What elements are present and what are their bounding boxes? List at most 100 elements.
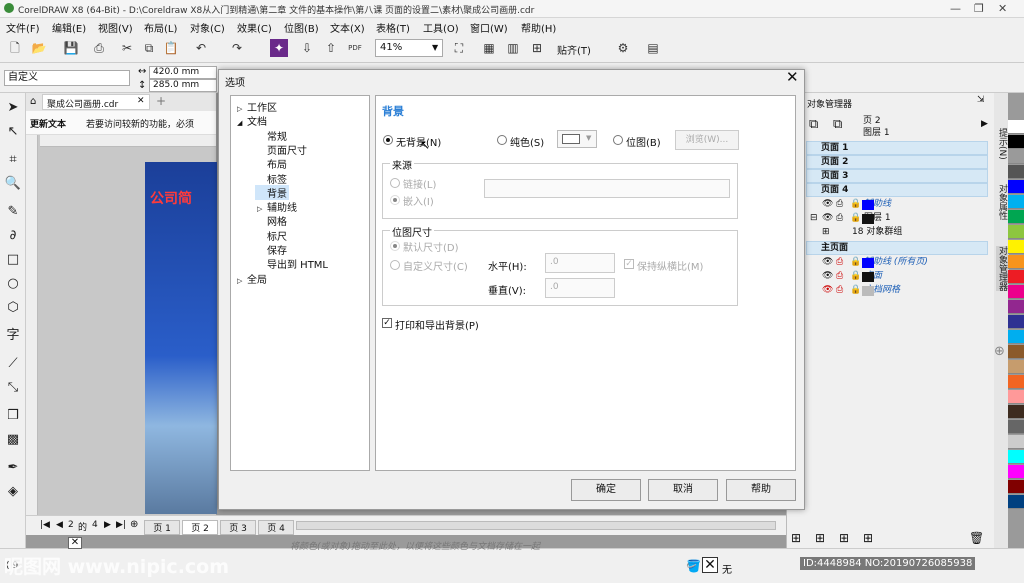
pick-tool-icon[interactable]: ➤ — [4, 99, 22, 117]
palette-swatch[interactable] — [1008, 390, 1024, 404]
tree-page-1[interactable]: 页面 1 — [806, 141, 988, 155]
tree-item-3[interactable]: 页面尺寸 — [255, 142, 309, 157]
bitmap-radio[interactable] — [613, 135, 623, 145]
new-master-layer-icon[interactable]: ⊞ — [815, 531, 825, 545]
layer-view-icon[interactable]: ⧉ — [809, 117, 818, 132]
artistic-media-icon[interactable]: ∂ — [4, 227, 22, 245]
rectangle-tool-icon[interactable]: □ — [4, 251, 22, 269]
shape-tool-icon[interactable]: ↖ — [4, 123, 22, 141]
palette-swatch[interactable] — [1008, 240, 1024, 254]
new-master-even-icon[interactable]: ⊞ — [863, 531, 873, 545]
palette-swatch[interactable] — [1008, 165, 1024, 179]
interactive-fill-icon[interactable]: ◈ — [4, 483, 22, 501]
new-master-odd-icon[interactable]: ⊞ — [839, 531, 849, 545]
previous-page-icon[interactable]: ◀ — [56, 520, 63, 530]
palette-swatch[interactable] — [1008, 315, 1024, 329]
page-preset-select[interactable]: 自定义 — [4, 70, 130, 86]
menu-edit[interactable]: 编辑(E) — [52, 20, 86, 35]
cancel-button[interactable]: 取消 — [648, 479, 718, 501]
delete-trash-icon[interactable]: 🗑 — [969, 531, 984, 545]
palette-swatch[interactable] — [1008, 255, 1024, 269]
tree-item-10[interactable]: 保存 — [255, 242, 289, 257]
dialog-close-icon[interactable]: ✕ — [786, 68, 799, 86]
menu-window[interactable]: 窗口(W) — [470, 20, 508, 35]
close-window-icon[interactable]: ✕ — [998, 2, 1007, 15]
tree-item-5[interactable]: 标签 — [255, 171, 289, 186]
application-launcher-icon[interactable]: ▤ — [644, 39, 662, 57]
transparency-icon[interactable]: ▩ — [4, 431, 22, 449]
menu-view[interactable]: 视图(V) — [98, 20, 133, 35]
printer-icon[interactable]: ⎙ — [836, 285, 843, 295]
new-layer-icon[interactable]: ⊞ — [791, 531, 801, 545]
page-tab-2[interactable]: 页 2 — [182, 520, 218, 535]
expand-arrow-icon[interactable]: ▷ — [237, 105, 247, 113]
tree-item-12[interactable]: ▷ 全局 — [235, 271, 269, 286]
no-color-swatch[interactable]: ✕ — [68, 537, 82, 549]
last-page-icon[interactable]: ▶| — [116, 520, 126, 530]
zoom-tool-icon[interactable]: 🔍 — [4, 175, 22, 193]
print-export-checkbox[interactable]: ✓ — [382, 318, 392, 328]
panel-menu-arrow-icon[interactable]: ▶ — [981, 119, 988, 129]
undo-icon[interactable]: ↶ — [192, 39, 210, 57]
export-icon[interactable]: ⇧ — [322, 39, 340, 57]
browse-button[interactable]: 浏览(W)... — [675, 130, 739, 150]
page-tab-3[interactable]: 页 3 — [220, 520, 256, 535]
palette-swatch[interactable] — [1008, 135, 1024, 149]
visibility-eye-icon[interactable]: 👁 — [822, 271, 833, 281]
palette-swatch[interactable] — [1008, 150, 1024, 164]
add-docker-icon[interactable]: ⊕ — [994, 344, 1005, 359]
palette-swatch[interactable] — [1008, 195, 1024, 209]
color-picker-button[interactable]: ▼ — [557, 130, 597, 148]
fill-none-icon[interactable]: ✕ — [702, 557, 718, 573]
home-icon[interactable]: ⌂ — [30, 96, 36, 107]
palette-swatch[interactable] — [1008, 450, 1024, 464]
freehand-tool-icon[interactable]: ✎ — [4, 203, 22, 221]
minimize-icon[interactable]: — — [950, 2, 961, 15]
text-tool-icon[interactable]: 字 — [4, 327, 22, 345]
menu-object[interactable]: 对象(C) — [190, 20, 225, 35]
menu-tools[interactable]: 工具(O) — [423, 20, 459, 35]
lock-icon[interactable]: 🔒 — [850, 285, 861, 295]
palette-swatch[interactable] — [1008, 480, 1024, 494]
add-page-icon[interactable]: ⊕ — [130, 519, 138, 530]
palette-swatch[interactable] — [1008, 270, 1024, 284]
new-tab-plus-icon[interactable]: + — [156, 94, 166, 108]
solid-color-radio[interactable] — [497, 135, 507, 145]
page-height-field[interactable]: 285.0 mm — [149, 79, 217, 92]
ok-button[interactable]: 确定 — [571, 479, 641, 501]
menu-text[interactable]: 文本(X) — [330, 20, 365, 35]
palette-swatch[interactable] — [1008, 300, 1024, 314]
crop-tool-icon[interactable]: ⌗ — [4, 151, 22, 169]
palette-swatch[interactable] — [1008, 120, 1024, 134]
paste-icon[interactable]: 📋 — [162, 39, 180, 57]
expand-arrow-icon[interactable]: ▷ — [237, 277, 247, 285]
help-button[interactable]: 帮助 — [726, 479, 796, 501]
tree-master-page[interactable]: 主页面 — [806, 241, 988, 255]
lock-icon[interactable]: 🔒 — [850, 213, 861, 223]
tree-item-11[interactable]: 导出到 HTML — [255, 256, 330, 271]
link-radio[interactable] — [390, 178, 400, 188]
lock-icon[interactable]: 🔒 — [850, 257, 861, 267]
show-guidelines-icon[interactable]: ⊞ — [528, 39, 546, 57]
tree-item-0[interactable]: ▷ 工作区 — [235, 99, 279, 114]
expand-arrow-icon[interactable]: ◢ — [237, 119, 247, 127]
embed-radio[interactable] — [390, 195, 400, 205]
print-icon[interactable]: ⎙ — [90, 39, 108, 57]
menu-bitmaps[interactable]: 位图(B) — [284, 20, 319, 35]
palette-swatch[interactable] — [1008, 225, 1024, 239]
full-screen-icon[interactable]: ⛶ — [450, 39, 468, 57]
menu-effects[interactable]: 效果(C) — [237, 20, 272, 35]
parallel-dimension-icon[interactable]: ⟋ — [4, 355, 22, 373]
chevron-down-icon[interactable]: ▼ — [432, 43, 438, 52]
show-grid-icon[interactable]: ▥ — [504, 39, 522, 57]
tree-page-4[interactable]: 页面 4 — [806, 183, 988, 197]
printer-icon[interactable]: ⎙ — [836, 257, 843, 267]
restore-icon[interactable]: ❐ — [974, 2, 984, 15]
tree-item-2[interactable]: 常规 — [255, 128, 289, 143]
palette-swatch[interactable] — [1008, 465, 1024, 479]
tree-page-2[interactable]: 页面 2 — [806, 155, 988, 169]
palette-swatch[interactable] — [1008, 435, 1024, 449]
cut-icon[interactable]: ✂ — [118, 39, 136, 57]
visibility-eye-icon[interactable]: 👁 — [822, 213, 833, 223]
palette-swatch[interactable] — [1008, 360, 1024, 374]
